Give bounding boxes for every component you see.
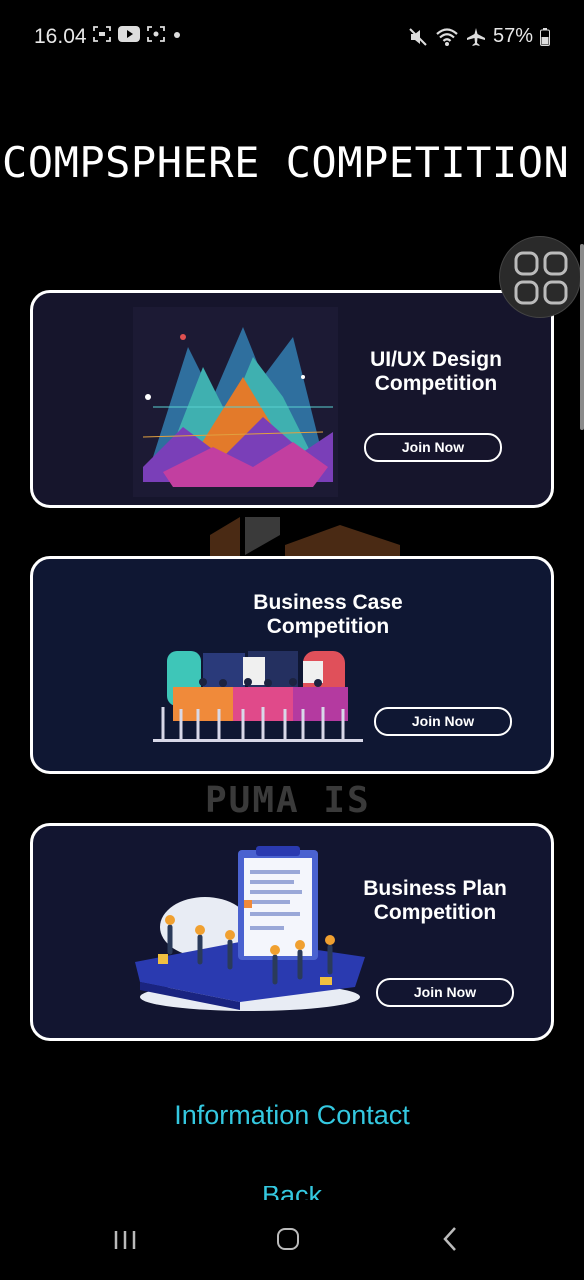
status-bar: 16.04 57% xyxy=(0,0,584,72)
card-title: Business Case Competition xyxy=(253,591,403,638)
status-system-icons: 57% xyxy=(408,25,550,48)
join-now-button[interactable]: Join Now xyxy=(374,707,512,736)
battery-percent: 57% xyxy=(492,25,533,47)
card-business-plan[interactable]: Business Plan Competition Join Now xyxy=(30,823,554,1041)
floating-apps-button[interactable] xyxy=(499,236,581,318)
mute-icon xyxy=(409,27,427,46)
recent-apps-icon[interactable] xyxy=(113,1229,137,1251)
mountain-illustration xyxy=(133,307,338,497)
information-contact-link[interactable]: Information Contact xyxy=(0,1100,584,1131)
back-link-label: Back xyxy=(262,1186,322,1200)
status-time: 16.04 xyxy=(34,25,87,48)
card-title: Business Plan Competition xyxy=(363,877,507,924)
watermark-logo xyxy=(210,517,400,561)
wifi-icon xyxy=(436,27,458,46)
grid-icon xyxy=(514,251,568,305)
scrollbar[interactable] xyxy=(580,244,584,430)
home-icon[interactable] xyxy=(277,1228,299,1250)
watermark-text: PUMA IS xyxy=(205,780,371,821)
youtube-icon xyxy=(118,26,140,42)
dot-icon xyxy=(174,32,180,38)
join-now-button[interactable]: Join Now xyxy=(364,433,502,462)
business-plan-illustration xyxy=(135,846,365,1011)
page-title: COMPSPHERE COMPETITION xyxy=(2,138,570,187)
card-title: UI/UX Design Competition xyxy=(370,348,502,395)
card-business-case[interactable]: Business Case Competition Join Now xyxy=(30,556,554,774)
back-icon[interactable] xyxy=(442,1226,458,1252)
back-link[interactable]: Back xyxy=(0,1186,584,1200)
battery-icon xyxy=(540,27,550,46)
status-notification-icons xyxy=(93,26,182,42)
airplane-icon xyxy=(466,27,485,46)
system-navigation-bar xyxy=(0,1200,584,1280)
screenshot-icon xyxy=(93,26,111,42)
screen-record-icon xyxy=(147,26,165,42)
business-case-illustration xyxy=(153,651,363,742)
join-now-button[interactable]: Join Now xyxy=(376,978,514,1007)
card-uiux-design[interactable]: UI/UX Design Competition Join Now xyxy=(30,290,554,508)
